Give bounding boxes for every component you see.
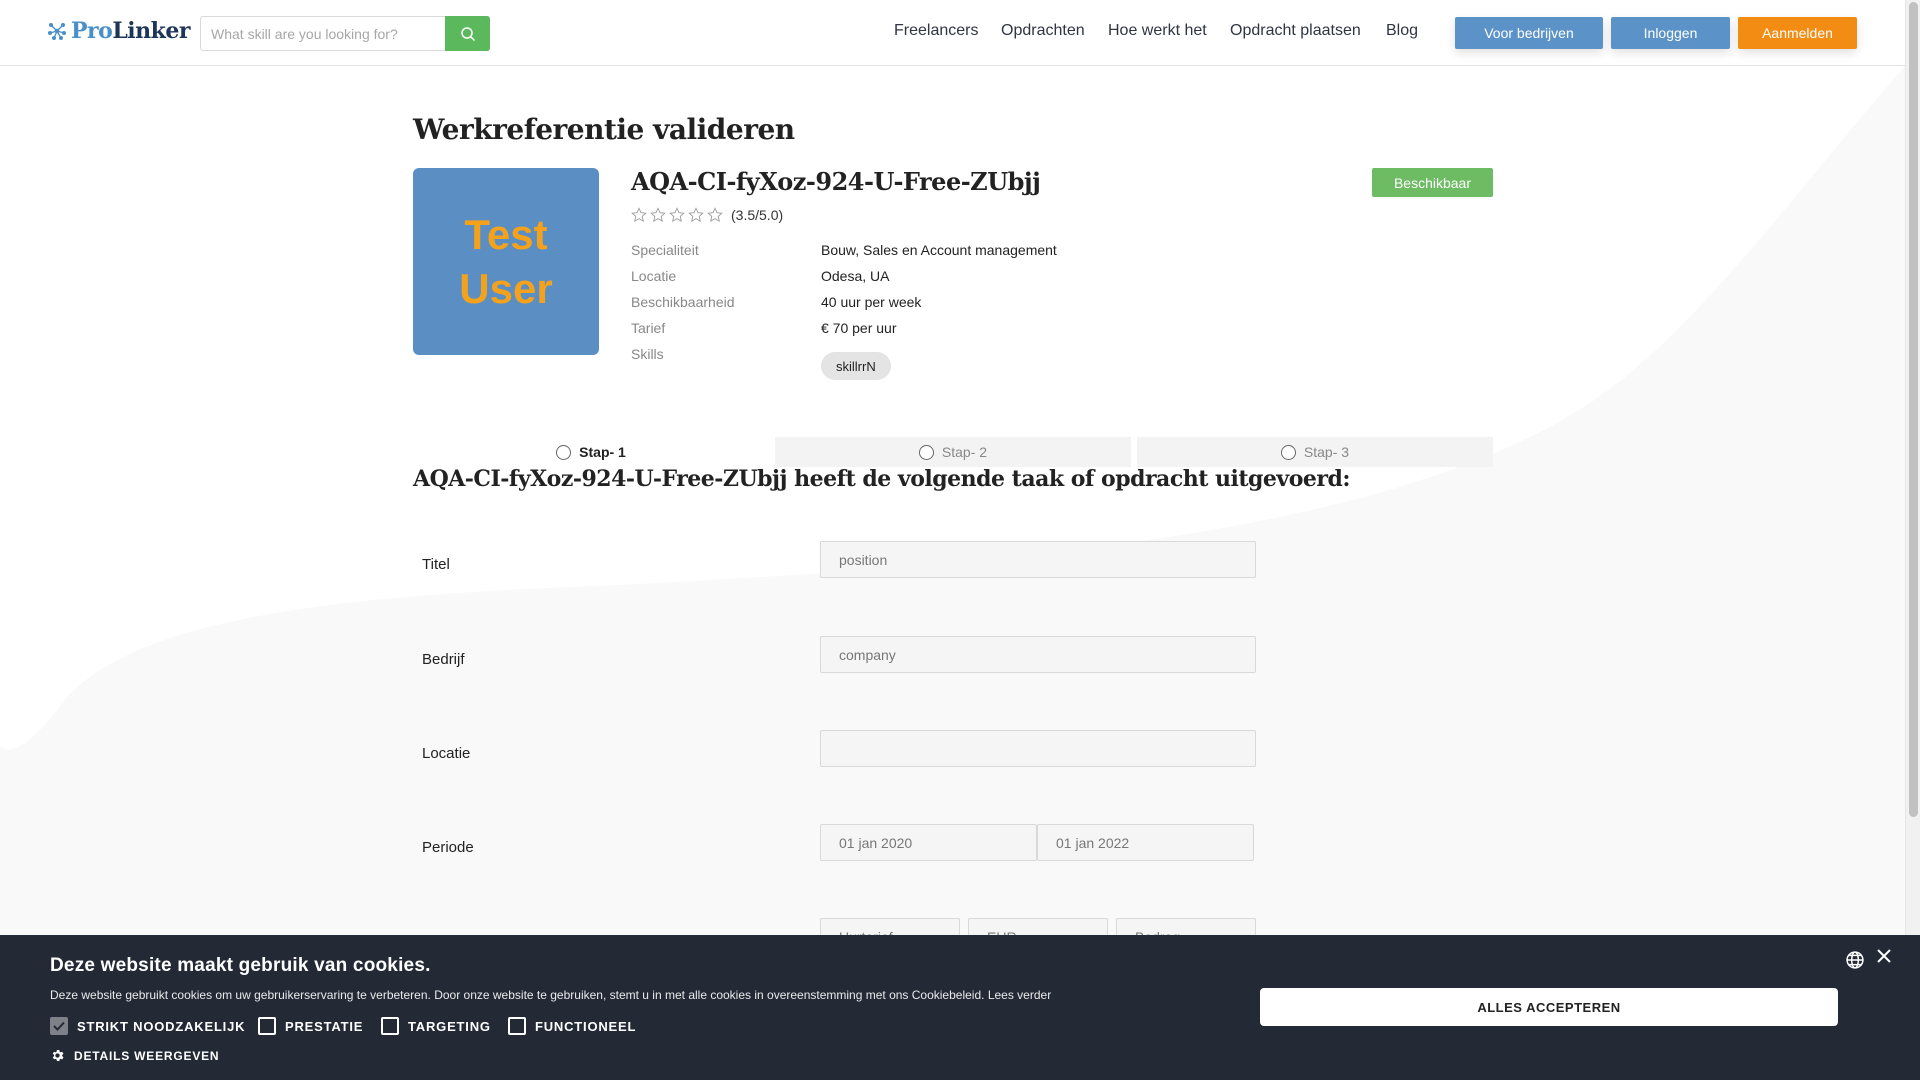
logo-network-icon <box>48 23 66 40</box>
availability-badge: Beschikbaar <box>1372 168 1493 197</box>
register-button[interactable]: Aanmelden <box>1738 17 1857 49</box>
info-label-skills: Skills <box>631 346 664 362</box>
info-label-location: Locatie <box>631 268 677 284</box>
checkbox-box <box>258 1017 276 1035</box>
close-icon[interactable] <box>1876 948 1892 964</box>
info-value-availability: 40 uur per week <box>821 294 922 310</box>
cookie-description: Deze website gebruikt cookies om uw gebr… <box>50 988 985 1002</box>
step-label: Stap- 2 <box>941 444 988 460</box>
company-label: Bedrijf <box>422 651 465 668</box>
avatar: Test User <box>413 168 599 355</box>
top-navbar: ProLinker Freelancers Opdrachten Hoe wer… <box>0 0 1905 66</box>
tab-step-2[interactable]: Stap- 2 <box>775 437 1131 467</box>
logo-linker: Linker <box>112 18 190 44</box>
checkbox-box <box>50 1017 68 1035</box>
checkbox-targeting[interactable]: TARGETING <box>381 1017 491 1035</box>
checkbox-box <box>381 1017 399 1035</box>
star-icon <box>631 207 647 223</box>
info-label-specialty: Specialiteit <box>631 242 699 258</box>
section-title: AQA-CI-fyXoz-924-U-Free-ZUbjj heeft de v… <box>413 466 1350 492</box>
period-start-input[interactable]: 01 jan 2020 <box>820 824 1037 861</box>
star-icon <box>707 207 723 223</box>
period-label: Periode <box>422 839 474 856</box>
location-input[interactable] <box>820 730 1256 767</box>
step-label: Stap- 1 <box>579 444 626 460</box>
info-value-location: Odesa, UA <box>821 268 890 284</box>
location-label: Locatie <box>422 745 471 762</box>
checkbox-label: PRESTATIE <box>285 1018 364 1034</box>
scrollbar-thumb[interactable] <box>1909 2 1918 817</box>
checkmark-icon <box>53 1021 65 1031</box>
nav-hoe-werkt-het[interactable]: Hoe werkt het <box>1108 22 1207 40</box>
nav-opdracht-plaatsen[interactable]: Opdracht plaatsen <box>1230 22 1361 40</box>
prolinker-logo[interactable]: ProLinker <box>47 18 190 44</box>
skill-chip: skillrrN <box>821 352 891 380</box>
avatar-text-line1: Test <box>464 210 548 258</box>
accept-all-button[interactable]: ALLES ACCEPTEREN <box>1260 988 1838 1026</box>
logo-text: ProLinker <box>71 18 190 44</box>
step-tabs: Stap- 1 Stap- 2 Stap- 3 <box>413 437 1493 467</box>
rating-value: (3.5/5.0) <box>731 207 784 223</box>
gear-icon <box>52 1050 64 1061</box>
period-end-input[interactable]: 01 jan 2022 <box>1037 824 1254 861</box>
globe-icon[interactable] <box>1845 950 1865 970</box>
radio-icon <box>918 444 934 460</box>
step-label: Stap- 3 <box>1303 444 1350 460</box>
star-icon <box>650 207 666 223</box>
checkbox-box <box>508 1017 526 1035</box>
page: ProLinker Freelancers Opdrachten Hoe wer… <box>0 0 1905 1080</box>
checkbox-label: FUNCTIONEEL <box>535 1018 637 1034</box>
info-label-rate: Tarief <box>631 320 666 336</box>
skill-search <box>200 16 490 51</box>
logo-pro: Pro <box>71 18 113 44</box>
checkbox-label: STRIKT NOODZAKELIJK <box>77 1018 246 1034</box>
info-value-specialty: Bouw, Sales en Account management <box>821 242 1057 258</box>
profile-name: AQA-CI-fyXoz-924-U-Free-ZUbjj <box>631 167 1041 196</box>
checkbox-functional[interactable]: FUNCTIONEEL <box>508 1017 636 1035</box>
star-icon <box>688 207 704 223</box>
checkbox-label: TARGETING <box>408 1018 491 1034</box>
tab-step-3[interactable]: Stap- 3 <box>1137 437 1493 467</box>
info-value-rate: € 70 per uur <box>821 320 897 336</box>
radio-icon <box>556 444 572 460</box>
search-input[interactable] <box>201 17 445 50</box>
search-button[interactable] <box>445 16 490 51</box>
info-label-availability: Beschikbaarheid <box>631 294 735 310</box>
checkbox-performance[interactable]: PRESTATIE <box>258 1017 363 1035</box>
cookie-banner: Deze website maakt gebruik van cookies. … <box>0 935 1920 1080</box>
company-input[interactable]: company <box>820 636 1256 673</box>
nav-opdrachten[interactable]: Opdrachten <box>1001 22 1085 40</box>
tab-step-1[interactable]: Stap- 1 <box>413 437 769 467</box>
nav-freelancers[interactable]: Freelancers <box>894 22 978 40</box>
title-label: Titel <box>422 556 450 573</box>
for-companies-button[interactable]: Voor bedrijven <box>1455 17 1603 49</box>
title-input[interactable]: position <box>820 541 1256 578</box>
star-icon <box>669 207 685 223</box>
details-label: DETAILS WEERGEVEN <box>74 1048 220 1063</box>
page-title: Werkreferentie valideren <box>413 113 795 146</box>
show-details-toggle[interactable]: DETAILS WEERGEVEN <box>50 1048 219 1063</box>
avatar-text-line2: User <box>459 264 553 312</box>
read-more-link[interactable]: Lees verder <box>988 988 1051 1002</box>
cookie-text: Deze website gebruikt cookies om uw gebr… <box>50 988 1051 1002</box>
nav-blog[interactable]: Blog <box>1386 22 1418 40</box>
page-scrollbar[interactable] <box>1905 0 1920 1080</box>
login-button[interactable]: Inloggen <box>1611 17 1730 49</box>
search-icon <box>460 26 475 41</box>
rating-stars: (3.5/5.0) <box>631 207 783 223</box>
cookie-title: Deze website maakt gebruik van cookies. <box>50 955 431 976</box>
radio-icon <box>1280 444 1296 460</box>
checkbox-strictly-necessary[interactable]: STRIKT NOODZAKELIJK <box>50 1017 245 1035</box>
